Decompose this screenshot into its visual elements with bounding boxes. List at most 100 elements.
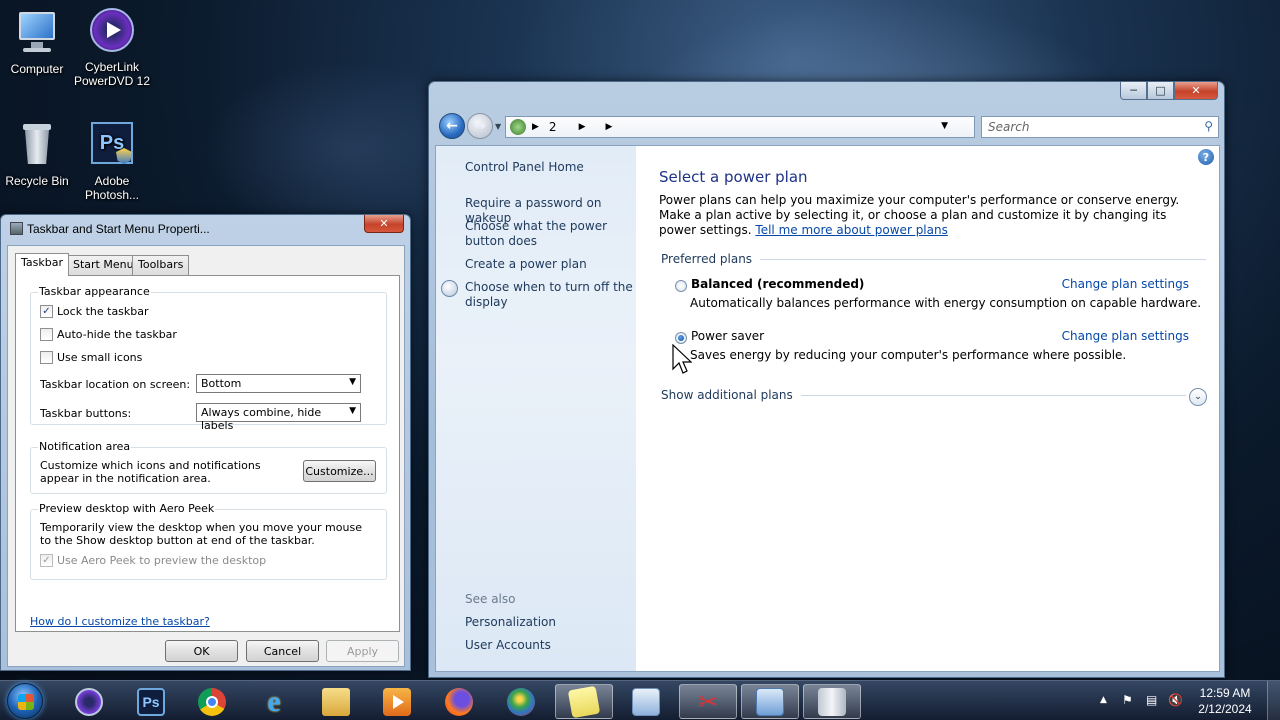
clock-icon (441, 280, 458, 297)
taskbar-windows-logo-app[interactable] (492, 684, 550, 719)
recent-pages-dropdown[interactable]: ▼ (495, 122, 501, 131)
taskbar-appearance-group: Taskbar appearance ✓ Lock the taskbar Au… (30, 285, 387, 432)
breadcrumb-separator-icon[interactable]: ▶ (532, 122, 539, 132)
tab-toolbars[interactable]: Toolbars (132, 255, 190, 275)
lock-taskbar-checkbox[interactable]: ✓ Lock the taskbar (40, 305, 149, 318)
address-dropdown-icon[interactable]: ▼ (941, 121, 948, 131)
turn-off-display-label: Choose when to turn off the display (465, 280, 633, 309)
action-center-flag-icon[interactable]: ⚑ (1122, 693, 1133, 707)
aero-peek-description: Temporarily view the desktop when you mo… (40, 521, 362, 547)
taskbar-snipping-tool[interactable]: ✂ (679, 684, 737, 719)
taskbar-media-player[interactable] (368, 684, 426, 719)
location-label: Taskbar location on screen: (40, 378, 191, 391)
preferred-plans-header: Preferred plans (661, 252, 1206, 266)
power-saver-radio[interactable] (675, 332, 687, 344)
internet-explorer-icon: e (267, 684, 281, 718)
folder-icon (322, 687, 350, 716)
clock[interactable]: 12:59 AM 2/12/2024 (1190, 685, 1260, 717)
back-button[interactable]: ← (439, 113, 465, 139)
taskbar-properties-window[interactable] (803, 684, 861, 719)
forward-button[interactable]: → (467, 113, 493, 139)
checkbox-label: Use Aero Peek to preview the desktop (57, 554, 267, 567)
aero-peek-group: Preview desktop with Aero Peek Temporari… (30, 502, 387, 580)
power-button-link[interactable]: Choose what the power button does (465, 219, 635, 249)
maximize-button[interactable]: □ (1147, 82, 1174, 100)
desktop-icon-photoshop[interactable]: Ps Adobe Photosh... (73, 122, 151, 202)
checkbox-checked-icon: ✓ (40, 554, 53, 567)
page-title: Select a power plan (659, 168, 808, 186)
group-legend: Taskbar appearance (38, 285, 151, 298)
dialog-title: Taskbar and Start Menu Properti... (27, 222, 210, 236)
balanced-plan-name[interactable]: Balanced (recommended) (691, 277, 864, 291)
navigation-bar: ← → ▼ ▶ 2 ▶ ▶ ▼ ⇄ Search ⚲ (437, 112, 1219, 142)
page-description: Power plans can help you maximize your c… (659, 193, 1199, 238)
start-button[interactable] (7, 683, 43, 719)
tell-me-more-link[interactable]: Tell me more about power plans (755, 223, 947, 237)
additional-plans-header[interactable]: Show additional plans (661, 388, 1186, 402)
power-saver-plan-name[interactable]: Power saver (691, 329, 764, 343)
arrow-left-icon: ← (446, 118, 458, 134)
checkbox-checked-icon[interactable]: ✓ (40, 305, 53, 318)
breadcrumb-separator-icon[interactable]: ▶ (579, 122, 586, 132)
taskbar-chrome[interactable] (183, 684, 241, 719)
ok-button[interactable]: OK (165, 640, 238, 662)
desktop-icon-label: Computer (10, 62, 64, 76)
show-desktop-button[interactable] (1267, 681, 1280, 720)
balanced-change-settings-link[interactable]: Change plan settings (1062, 277, 1189, 291)
taskbar-shortcut-app[interactable] (617, 684, 675, 719)
mouse-cursor-icon (672, 344, 692, 374)
taskbar-control-panel[interactable] (741, 684, 799, 719)
search-icon[interactable]: ⚲ (1204, 119, 1213, 133)
preferred-plans-label: Preferred plans (661, 252, 753, 266)
chevron-down-icon[interactable]: ⌄ (1189, 388, 1207, 406)
additional-plans-label[interactable]: Show additional plans (661, 388, 793, 402)
customize-help-link[interactable]: How do I customize the taskbar? (30, 615, 210, 628)
powerdvd-icon (75, 687, 103, 716)
buttons-label: Taskbar buttons: (40, 407, 132, 420)
create-power-plan-link[interactable]: Create a power plan (465, 257, 635, 272)
minimize-button[interactable]: ─ (1120, 82, 1147, 100)
address-bar[interactable]: ▶ 2 ▶ ▶ ▼ ⇄ (505, 116, 1039, 138)
personalization-link[interactable]: Personalization (465, 615, 635, 630)
balanced-radio[interactable] (675, 280, 687, 292)
customize-button[interactable]: Customize... (303, 460, 376, 482)
network-icon[interactable]: ▤ (1146, 693, 1157, 707)
notification-area-group: Notification area Customize which icons … (30, 440, 387, 494)
auto-hide-checkbox[interactable]: Auto-hide the taskbar (40, 328, 177, 341)
breadcrumb-separator-icon[interactable]: ▶ (605, 122, 612, 132)
close-button[interactable]: ✕ (1174, 82, 1218, 100)
checkbox-unchecked-icon[interactable] (40, 351, 53, 364)
tab-taskbar[interactable]: Taskbar (15, 253, 69, 276)
volume-muted-icon[interactable]: 🔇 (1168, 693, 1183, 707)
cancel-button[interactable]: Cancel (246, 640, 319, 662)
photoshop-icon: Ps (137, 687, 165, 716)
control-panel-home-link[interactable]: Control Panel Home (465, 160, 635, 175)
taskbar-buttons-dropdown[interactable]: Always combine, hide labels ▼ (196, 403, 361, 432)
powerdvd-icon (88, 8, 136, 56)
location-dropdown[interactable]: Bottom ▼ (196, 374, 361, 393)
balanced-plan-description: Automatically balances performance with … (690, 296, 1202, 310)
search-input[interactable]: Search ⚲ (981, 116, 1219, 138)
dialog-close-button[interactable]: ✕ (364, 215, 404, 233)
control-panel-icon (510, 119, 526, 135)
clock-time: 12:59 AM (1199, 686, 1251, 700)
search-placeholder: Search (988, 120, 1030, 134)
desktop-icon-recycle-bin[interactable]: Recycle Bin (0, 122, 76, 188)
checkbox-unchecked-icon[interactable] (40, 328, 53, 341)
tab-start-menu[interactable]: Start Menu (67, 255, 140, 275)
user-accounts-link[interactable]: User Accounts (465, 638, 635, 653)
taskbar-firefox[interactable] (430, 684, 488, 719)
small-icons-checkbox[interactable]: Use small icons (40, 351, 142, 364)
taskbar-sticky-notes[interactable] (555, 684, 613, 719)
show-hidden-icons-chevron-icon[interactable]: ▲ (1100, 695, 1107, 705)
breadcrumb-segment[interactable]: 2 (549, 120, 557, 134)
taskbar-file-explorer[interactable] (307, 684, 365, 719)
desktop-icon-computer[interactable]: Computer (0, 10, 76, 76)
power-saver-change-settings-link[interactable]: Change plan settings (1062, 329, 1189, 343)
taskbar-photoshop[interactable]: Ps (122, 684, 180, 719)
taskbar-internet-explorer[interactable]: e (245, 684, 303, 719)
desktop-icon-powerdvd[interactable]: CyberLink PowerDVD 12 (73, 8, 151, 88)
taskbar-powerdvd[interactable] (60, 684, 118, 719)
turn-off-display-link[interactable]: Choose when to turn off the display (441, 280, 635, 310)
see-also-label: See also (465, 592, 516, 606)
